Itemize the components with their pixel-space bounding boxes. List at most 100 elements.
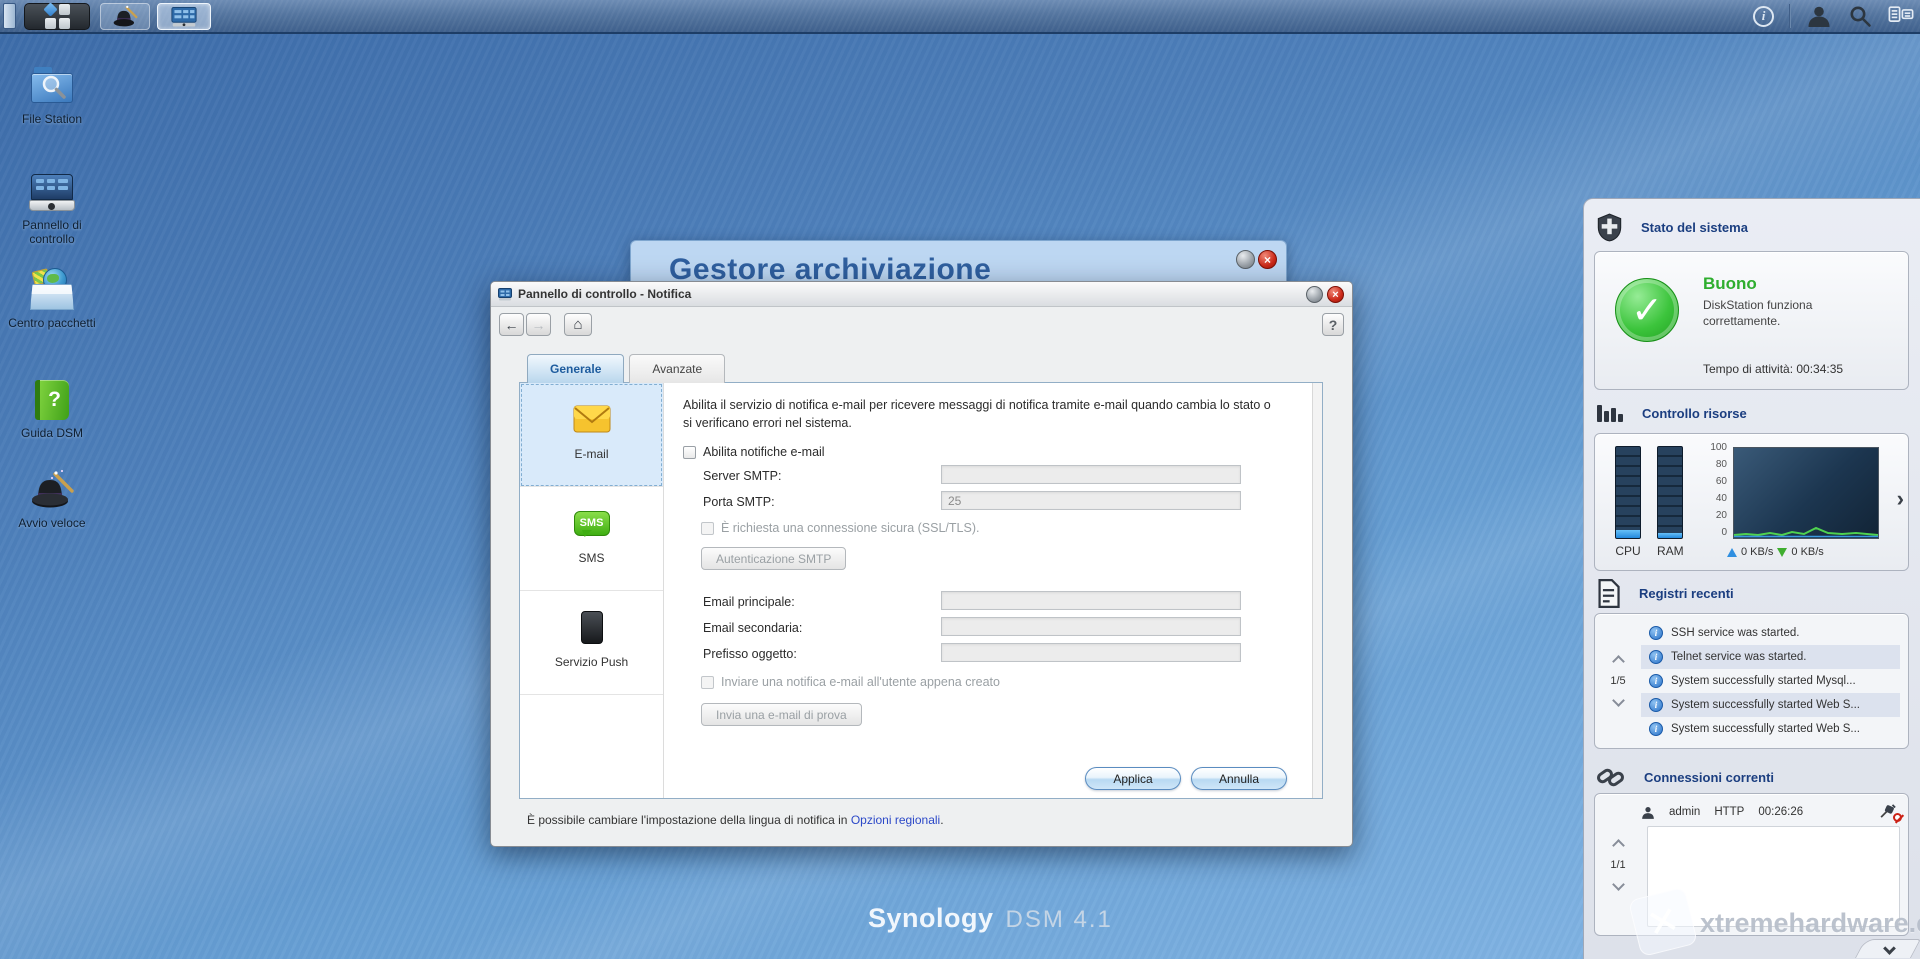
control-panel-icon — [29, 170, 75, 214]
tab-avanzate[interactable]: Avanzate — [629, 354, 726, 383]
close-icon[interactable]: × — [1327, 286, 1344, 303]
page-indicator: 1/5 — [1610, 675, 1626, 687]
cpu-gauge — [1615, 446, 1641, 539]
dsm-help-icon: ? — [29, 378, 75, 422]
smtp-server-input[interactable] — [941, 465, 1241, 484]
disconnect-icon[interactable] — [1880, 804, 1902, 822]
desktop-icon-control-panel[interactable]: Pannello di controllo — [6, 170, 98, 247]
email-secondary-label: Email secondaria: — [703, 621, 803, 635]
tab-bar: Generale Avanzate — [527, 354, 730, 383]
page-up-icon[interactable] — [1611, 838, 1625, 852]
ssl-row: È richiesta una connessione sicura (SSL/… — [701, 521, 979, 535]
widget-title: Connessioni correnti — [1644, 769, 1775, 785]
regional-options-link[interactable]: Opzioni regionali — [851, 813, 940, 827]
log-row: i SSH service was started. — [1641, 621, 1900, 645]
magic-hat-icon — [29, 468, 75, 512]
upload-rate: 0 KB/s — [1741, 546, 1774, 558]
main-menu-button[interactable] — [24, 2, 90, 30]
y-tick: 80 — [1715, 459, 1727, 470]
nav-item-push-service[interactable]: Servizio Push — [520, 591, 663, 695]
nav-item-label: SMS — [578, 551, 605, 565]
desktop-icon-package-center[interactable]: Centro pacchetti — [6, 268, 98, 331]
desktop-icon-label: Avvio veloce — [18, 516, 86, 530]
y-tick: 100 — [1710, 442, 1727, 453]
cancel-button[interactable]: Annulla — [1191, 767, 1287, 790]
ssl-label: È richiesta una connessione sicura (SSL/… — [721, 521, 980, 535]
pilot-view-icon[interactable] — [1888, 4, 1914, 28]
cpu-label: CPU — [1615, 544, 1641, 558]
connection-protocol: HTTP — [1714, 806, 1745, 818]
control-panel-task-button[interactable] — [157, 3, 211, 30]
desktop-icon-file-station[interactable]: File Station — [6, 64, 98, 127]
notification-channel-list: E-mail SMS SMS Servizio Push — [520, 383, 664, 798]
nav-item-sms[interactable]: SMS SMS — [520, 487, 663, 591]
minimize-button[interactable] — [1306, 286, 1323, 303]
y-tick: 20 — [1715, 510, 1727, 521]
logs-pagination: 1/5 — [1595, 614, 1641, 748]
desktop-icon-quick-start[interactable]: Avvio veloce — [6, 468, 98, 531]
dialog-footer: È possibile cambiare l'impostazione dell… — [527, 813, 944, 827]
close-icon[interactable]: × — [1258, 250, 1277, 269]
bar-chart-icon — [1597, 405, 1623, 422]
page-up-icon[interactable] — [1611, 655, 1625, 668]
email-primary-label: Email principale: — [703, 595, 795, 609]
widget-title: Stato del sistema — [1641, 219, 1748, 235]
info-icon: i — [1649, 626, 1663, 640]
ssl-checkbox[interactable] — [701, 521, 714, 535]
status-description: DiskStation funziona correttamente. — [1703, 298, 1813, 328]
desktop-icon-dsm-help[interactable]: ? Guida DSM — [6, 378, 98, 441]
info-icon[interactable]: i — [1753, 5, 1774, 27]
apply-button[interactable]: Applica — [1085, 767, 1181, 790]
notify-new-user-checkbox[interactable] — [701, 675, 714, 689]
network-chart — [1733, 447, 1879, 539]
log-row: i Telnet service was started. — [1641, 645, 1900, 669]
show-desktop-button[interactable] — [3, 3, 16, 29]
home-button[interactable]: ⌂ — [564, 313, 592, 336]
dialog-titlebar[interactable]: Pannello di controllo - Notifica × — [491, 282, 1352, 307]
info-icon: i — [1649, 650, 1663, 664]
connections-header: Connessioni correnti — [1596, 763, 1774, 791]
widget-panel: Stato del sistema ✓ Buono DiskStation fu… — [1583, 198, 1920, 959]
log-list: i SSH service was started. i Telnet servic… — [1641, 621, 1900, 741]
send-test-email-button[interactable]: Invia una e-mail di prova — [701, 703, 862, 726]
nav-item-label: Servizio Push — [554, 655, 629, 669]
collapse-panel-button[interactable] — [1854, 939, 1920, 958]
y-tick: 60 — [1715, 476, 1727, 487]
email-primary-input[interactable] — [941, 591, 1241, 610]
email-icon — [520, 400, 663, 438]
search-icon[interactable] — [1847, 4, 1873, 28]
page-indicator: 1/1 — [1610, 858, 1626, 871]
page-down-icon[interactable] — [1611, 694, 1625, 707]
user-icon[interactable] — [1806, 4, 1832, 28]
email-secondary-input[interactable] — [941, 617, 1241, 636]
tab-generale[interactable]: Generale — [527, 354, 625, 383]
taskbar-separator — [1789, 4, 1791, 28]
footer-text: È possibile cambiare l'impostazione dell… — [527, 813, 851, 827]
dialog-title: Pannello di controllo - Notifica — [518, 287, 692, 301]
uptime-label: Tempo di attività: 00:34:35 — [1703, 362, 1844, 376]
notify-new-user-label: Inviare una notifica e-mail all'utente a… — [721, 675, 1000, 689]
enable-email-checkbox[interactable] — [683, 445, 696, 459]
forward-button[interactable]: → — [526, 313, 551, 336]
expand-resource-monitor-button[interactable]: › — [1897, 486, 1904, 512]
info-icon: i — [1649, 722, 1663, 736]
scrollbar[interactable] — [1312, 383, 1322, 798]
page-down-icon[interactable] — [1611, 877, 1625, 891]
dsm-version: DSM 4.1 — [1005, 906, 1113, 933]
log-document-icon — [1598, 578, 1620, 608]
log-row: i System successfully started Web S... — [1641, 693, 1900, 717]
desktop-icon-label: File Station — [21, 112, 83, 126]
minimize-button[interactable] — [1236, 250, 1255, 269]
notification-dialog: Pannello di controllo - Notifica × ← → ⌂… — [490, 281, 1353, 847]
enable-email-label: Abilita notifiche e-mail — [703, 445, 825, 459]
form-intro-text: Abilita il servizio di notifica e-mail p… — [683, 398, 1271, 430]
back-button[interactable]: ← — [499, 313, 524, 336]
smtp-port-input[interactable] — [941, 491, 1241, 510]
ram-label: RAM — [1657, 544, 1684, 558]
resource-monitor-header: Controllo risorse — [1596, 399, 1747, 427]
smtp-auth-button[interactable]: Autenticazione SMTP — [701, 547, 847, 570]
subject-prefix-input[interactable] — [941, 643, 1241, 662]
help-button[interactable]: ? — [1322, 313, 1344, 336]
nav-item-email[interactable]: E-mail — [520, 383, 663, 487]
quick-start-task-button[interactable] — [100, 3, 150, 30]
